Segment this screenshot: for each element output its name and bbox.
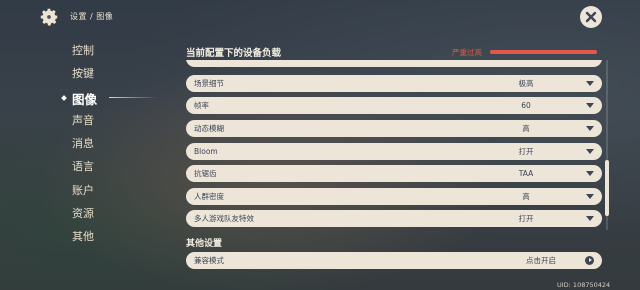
setting-value: TAA xyxy=(518,169,534,178)
sidebar-item-graphics[interactable]: 图像 xyxy=(61,89,157,112)
sidebar-item-label: 图像 xyxy=(72,91,98,107)
setting-row-motion-blur[interactable]: 动态模糊 高 xyxy=(186,120,602,137)
close-icon xyxy=(585,11,597,23)
other-settings-title: 其他设置 xyxy=(186,239,223,249)
setting-row-compat-mode[interactable]: 兼容模式 点击开启 xyxy=(186,252,602,269)
sidebar-item-control[interactable]: 控制 xyxy=(72,42,97,65)
sidebar-item-label: 其他 xyxy=(72,230,94,244)
sidebar: 控制 按键 图像 声音 消息 语言 账户 资源 其他 xyxy=(61,42,157,252)
setting-label: 帧率 xyxy=(194,101,209,110)
sidebar-item-other[interactable]: 其他 xyxy=(72,228,97,251)
sidebar-item-label: 按键 xyxy=(72,67,94,81)
setting-label: 人群密度 xyxy=(194,192,224,201)
setting-label: 兼容模式 xyxy=(194,256,224,265)
breadcrumb: 设置 / 图像 xyxy=(70,12,114,21)
chevron-down-icon[interactable] xyxy=(586,81,594,86)
sidebar-item-account[interactable]: 账户 xyxy=(72,182,97,205)
setting-row-frame-rate[interactable]: 帧率 60 xyxy=(186,97,602,114)
close-button[interactable] xyxy=(580,6,602,28)
sidebar-item-messages[interactable]: 消息 xyxy=(72,135,97,158)
setting-label: 多人游戏队友特效 xyxy=(194,214,254,223)
setting-value: 点击开启 xyxy=(526,256,556,265)
device-load-status: 严重过高 xyxy=(452,48,482,57)
sidebar-item-label: 账户 xyxy=(72,183,94,197)
sidebar-item-label: 消息 xyxy=(72,137,94,151)
device-load-title: 当前配置下的设备负载 xyxy=(186,48,282,59)
setting-value: 打开 xyxy=(518,214,534,223)
setting-value: 高 xyxy=(522,192,530,201)
scrollbar-thumb[interactable] xyxy=(605,160,609,216)
arrow-right-icon[interactable] xyxy=(585,256,594,265)
graphics-settings-list[interactable]: 场景细节 极高 帧率 60 动态模糊 高 Bloom 打开 抗锯齿 TAA 人群… xyxy=(184,60,604,232)
active-underline xyxy=(109,96,157,98)
sidebar-item-label: 语言 xyxy=(72,160,94,174)
device-load-bar xyxy=(490,50,597,54)
setting-value: 60 xyxy=(521,101,531,110)
sidebar-item-keys[interactable]: 按键 xyxy=(72,65,97,88)
sidebar-item-audio[interactable]: 声音 xyxy=(72,112,97,135)
sidebar-item-label: 控制 xyxy=(72,44,94,57)
setting-row-anti-aliasing[interactable]: 抗锯齿 TAA xyxy=(186,165,602,182)
chevron-down-icon[interactable] xyxy=(586,194,594,199)
setting-row-coop-effects[interactable]: 多人游戏队友特效 打开 xyxy=(186,210,602,227)
setting-value: 极高 xyxy=(518,79,534,88)
chevron-down-icon[interactable] xyxy=(586,149,594,154)
setting-row-bloom[interactable]: Bloom 打开 xyxy=(186,143,602,160)
setting-label: 动态模糊 xyxy=(194,124,224,133)
sidebar-item-label: 声音 xyxy=(72,113,94,127)
setting-value: 打开 xyxy=(518,147,534,156)
setting-label: 场景细节 xyxy=(194,79,224,88)
chevron-down-icon[interactable] xyxy=(586,103,594,108)
chevron-down-icon[interactable] xyxy=(586,216,594,221)
setting-row-partial xyxy=(186,60,602,67)
chevron-down-icon[interactable] xyxy=(586,126,594,131)
setting-row-crowd-density[interactable]: 人群密度 高 xyxy=(186,188,602,205)
chevron-down-icon[interactable] xyxy=(586,171,594,176)
device-load-fill xyxy=(490,50,597,54)
setting-label: 抗锯齿 xyxy=(194,169,217,178)
uid-label: UID: 108750424 xyxy=(557,281,611,289)
setting-label: Bloom xyxy=(194,147,218,156)
setting-value: 高 xyxy=(522,124,530,133)
sidebar-item-language[interactable]: 语言 xyxy=(72,158,97,181)
setting-row-scene-detail[interactable]: 场景细节 极高 xyxy=(186,75,602,92)
sidebar-item-resources[interactable]: 资源 xyxy=(72,205,97,228)
sidebar-item-label: 资源 xyxy=(72,207,94,221)
gear-icon xyxy=(38,6,60,28)
